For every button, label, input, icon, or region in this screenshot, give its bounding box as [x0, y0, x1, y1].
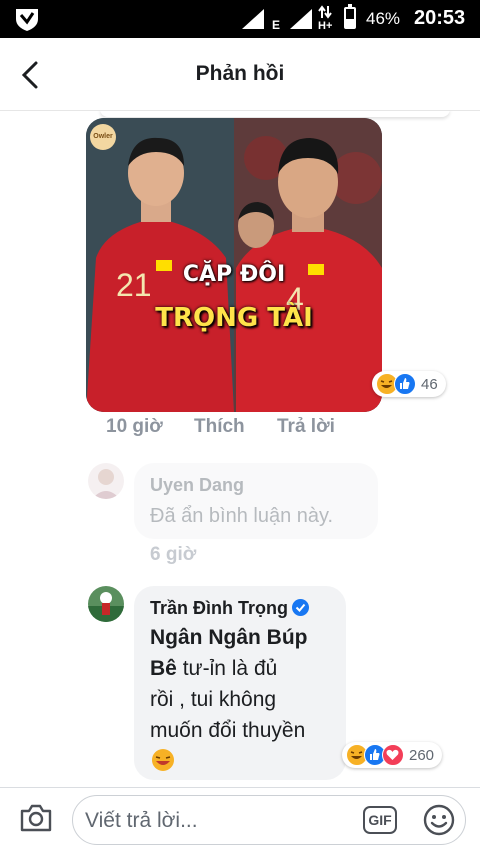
image-caption-line1: CẶP ĐÔI	[182, 262, 286, 287]
love-icon	[382, 744, 404, 766]
comment-text-line2: rồi , tui không	[150, 688, 277, 711]
battery-icon	[344, 4, 356, 29]
post-time: 10 giờ	[106, 416, 163, 437]
like-icon	[394, 373, 416, 395]
battery-level-fill	[346, 18, 354, 27]
avatar[interactable]	[88, 586, 124, 622]
network-type-label: E	[272, 18, 281, 32]
status-bar: E H+ 46% 20:53	[0, 0, 480, 38]
data-arrows-icon	[318, 5, 332, 19]
comment-text-line3: muốn đổi thuyền	[150, 719, 306, 742]
smiley-icon[interactable]	[423, 804, 455, 836]
status-time: 20:53	[414, 7, 466, 29]
comment-bubble[interactable]: Trần Đình Trọng Ngân Ngân Búp Bê tư-ỉn l…	[134, 586, 346, 780]
page-title: Phản hồi	[195, 62, 285, 85]
image-watermark: Owler	[90, 124, 116, 150]
battery-percent: 46%	[366, 9, 401, 28]
avatar[interactable]	[88, 463, 124, 499]
image-caption-line2: TRỌNG TÀI	[155, 303, 313, 333]
previous-content-edge	[100, 111, 450, 117]
post-reactions[interactable]: 46	[372, 371, 446, 397]
gif-button[interactable]: GIF	[363, 806, 397, 834]
comment-text: Ngân Ngân Búp Bê tư-ỉn là đủ rồi , tui k…	[150, 622, 340, 746]
replies-list[interactable]: 21 4 Owler CẶP ĐÔI TRỌNG TÀI 46 10 giờ T…	[0, 111, 480, 787]
comment-author[interactable]: Trần Đình Trọng	[150, 598, 288, 618]
data-type-label: H+	[318, 20, 333, 32]
reaction-count: 46	[421, 375, 438, 393]
header-bar: Phản hồi	[0, 38, 480, 111]
camera-icon[interactable]	[18, 800, 54, 836]
comment-text: Đã ẩn bình luận này.	[150, 505, 334, 527]
reply-input[interactable]: Viết trả lời... GIF	[72, 795, 466, 845]
comment-time: 6 giờ	[150, 544, 197, 565]
post-image[interactable]: 21 4 Owler CẶP ĐÔI TRỌNG TÀI	[86, 118, 382, 412]
app-shield-icon	[16, 9, 38, 31]
comment-text-part1: tư-ỉn là đủ	[182, 657, 278, 680]
verified-badge-icon	[292, 599, 309, 616]
laughing-emoji-icon	[152, 749, 174, 771]
reply-composer: Viết trả lời... GIF	[0, 787, 480, 855]
comment-author[interactable]: Uyen Dang	[150, 475, 244, 496]
comment-reactions[interactable]: 260	[342, 742, 443, 768]
signal-icon-2	[290, 9, 312, 29]
signal-icon	[242, 9, 264, 29]
like-button[interactable]: Thích	[194, 416, 245, 438]
comment-bubble[interactable]: Uyen Dang Đã ẩn bình luận này.	[134, 463, 378, 539]
comment-author-row: Trần Đình Trọng	[150, 598, 309, 619]
reaction-count: 260	[409, 746, 435, 764]
reply-placeholder: Viết trả lời...	[85, 809, 198, 832]
reply-button[interactable]: Trả lời	[277, 416, 335, 438]
